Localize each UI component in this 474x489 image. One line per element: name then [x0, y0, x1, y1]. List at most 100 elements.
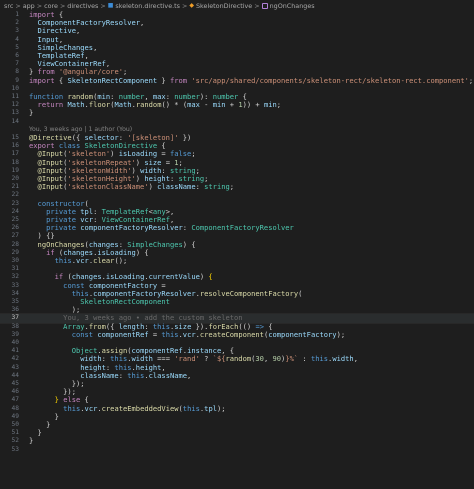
line-number: 45: [11, 380, 19, 387]
breadcrumb-item[interactable]: ■ skeleton.directive.ts: [108, 2, 180, 10]
line-number: 41: [11, 347, 19, 355]
code-token: ) {: [135, 247, 149, 257]
code-token: ;: [191, 149, 196, 159]
code-text: import { SkeletonRectComponent } from 's…: [29, 75, 473, 85]
code-line[interactable]: 53: [0, 446, 474, 454]
breadcrumb-item[interactable]: ◆ SkeletonDirective: [189, 2, 252, 10]
code-line[interactable]: 9 import { SkeletonRectComponent } from '…: [0, 75, 474, 85]
breadcrumb-item[interactable]: app: [23, 2, 35, 10]
code-line[interactable]: 39 const componentRef = this.vcr.createC…: [0, 329, 474, 339]
code-token: this: [127, 370, 145, 380]
code-token: this: [161, 329, 179, 339]
code-token: ();: [114, 256, 128, 265]
code-token: :: [195, 182, 205, 192]
code-token: vcr: [84, 403, 98, 413]
breadcrumb-label: directives: [67, 1, 99, 10]
line-number: 25: [11, 216, 19, 223]
breadcrumb-item[interactable]: directives: [67, 2, 98, 10]
line-number: 35: [11, 298, 19, 305]
line-number: 40: [11, 339, 19, 346]
breadcrumb-separator: >: [15, 1, 21, 10]
line-number: 52: [11, 437, 19, 445]
code-token: max: [187, 100, 200, 110]
line-number: 9: [15, 76, 19, 84]
code-text: return Math.floor(Math.random() * (max -…: [29, 100, 282, 110]
line-number: 36: [11, 306, 19, 314]
code-token: (: [298, 288, 303, 298]
breadcrumb-item[interactable]: core: [44, 2, 58, 10]
code-line[interactable]: 21 @Input('skeletonClassName') className…: [0, 183, 474, 191]
line-number: 8: [15, 68, 19, 76]
code-line[interactable]: 51 }: [0, 429, 474, 437]
code-line[interactable]: 52}: [0, 437, 474, 445]
line-number: 51: [11, 429, 19, 437]
code-line[interactable]: 14: [0, 118, 474, 126]
code-token: ComponentFactoryResolver: [191, 223, 294, 233]
line-number: 15: [11, 134, 19, 141]
code-token: string: [204, 182, 230, 192]
code-token: className: [148, 370, 188, 380]
code-line[interactable]: 12 return Math.floor(Math.random() * (ma…: [0, 101, 474, 109]
code-token: -: [199, 100, 213, 110]
breadcrumb-separator: >: [100, 1, 106, 10]
code-token: 'src/app/shared/components/skeleton-rect…: [191, 75, 469, 85]
code-line[interactable]: 26 private componentFactoryResolver: Com…: [0, 224, 474, 232]
code-token: this: [63, 403, 81, 413]
line-number: 33: [11, 281, 19, 289]
code-token: {: [208, 272, 213, 282]
code-token: ,: [75, 26, 81, 36]
code-token: +: [225, 100, 239, 110]
line-number: 38: [11, 322, 19, 330]
code-text: const componentRef = this.vcr.createComp…: [29, 329, 345, 339]
code-text: private componentFactoryResolver: Compon…: [29, 224, 294, 232]
code-token: 'skeletonClassName': [67, 182, 149, 192]
code-line[interactable]: 13}: [0, 109, 474, 117]
line-number: 17: [11, 150, 19, 158]
code-token: );: [216, 403, 226, 413]
code-token: import: [29, 75, 55, 85]
line-number: 14: [11, 117, 19, 125]
code-line[interactable]: 30 this.vcr.clear();: [0, 256, 474, 265]
code-token: vcr: [182, 329, 196, 339]
code-token: componentRef: [97, 329, 149, 339]
code-token: {: [54, 75, 68, 85]
code-token: const: [71, 329, 94, 339]
breadcrumb-label: ngOnChanges: [269, 1, 315, 10]
line-number: 44: [11, 371, 19, 379]
line-number: 32: [11, 273, 19, 281]
code-line[interactable]: 49 }: [0, 412, 474, 421]
line-number: 11: [11, 93, 19, 100]
code-token: 30: [255, 354, 264, 364]
line-number: 12: [11, 101, 19, 109]
code-token: floor: [88, 100, 111, 110]
code-token: }): [178, 133, 192, 142]
breadcrumb-item[interactable]: src: [4, 2, 13, 10]
code-line[interactable]: 3 Directive,: [0, 27, 474, 35]
line-number: 10: [11, 84, 19, 92]
code-token: =: [148, 329, 162, 339]
code-token: ;: [229, 182, 235, 192]
code-token: componentFactoryResolver: [80, 223, 183, 233]
breadcrumb-item[interactable]: ngOnChanges: [261, 1, 315, 10]
code-token: ) {: [182, 239, 196, 249]
code-token: min: [263, 100, 277, 110]
breadcrumb-label: core: [44, 1, 58, 10]
line-number: 20: [11, 175, 19, 182]
code-text: }: [29, 109, 33, 117]
line-number: 18: [11, 158, 19, 166]
breadcrumb-separator: >: [254, 1, 260, 10]
code-line[interactable]: 50 }: [0, 420, 474, 429]
code-token: ,: [353, 354, 358, 364]
code-token: 90: [272, 354, 282, 364]
code-token: }: [157, 75, 170, 85]
code-token: 'rand': [174, 354, 200, 364]
line-number: 31: [11, 265, 19, 273]
line-number: 27: [11, 232, 19, 240]
line-number: 1: [15, 11, 19, 18]
code-token: `${: [212, 354, 226, 364]
code-line[interactable]: 48 this.vcr.createEmbeddedView(this.tpl)…: [0, 403, 474, 413]
code-token: ,: [140, 18, 145, 28]
line-number: 53: [11, 445, 19, 453]
method-symbol-icon: [261, 2, 268, 9]
